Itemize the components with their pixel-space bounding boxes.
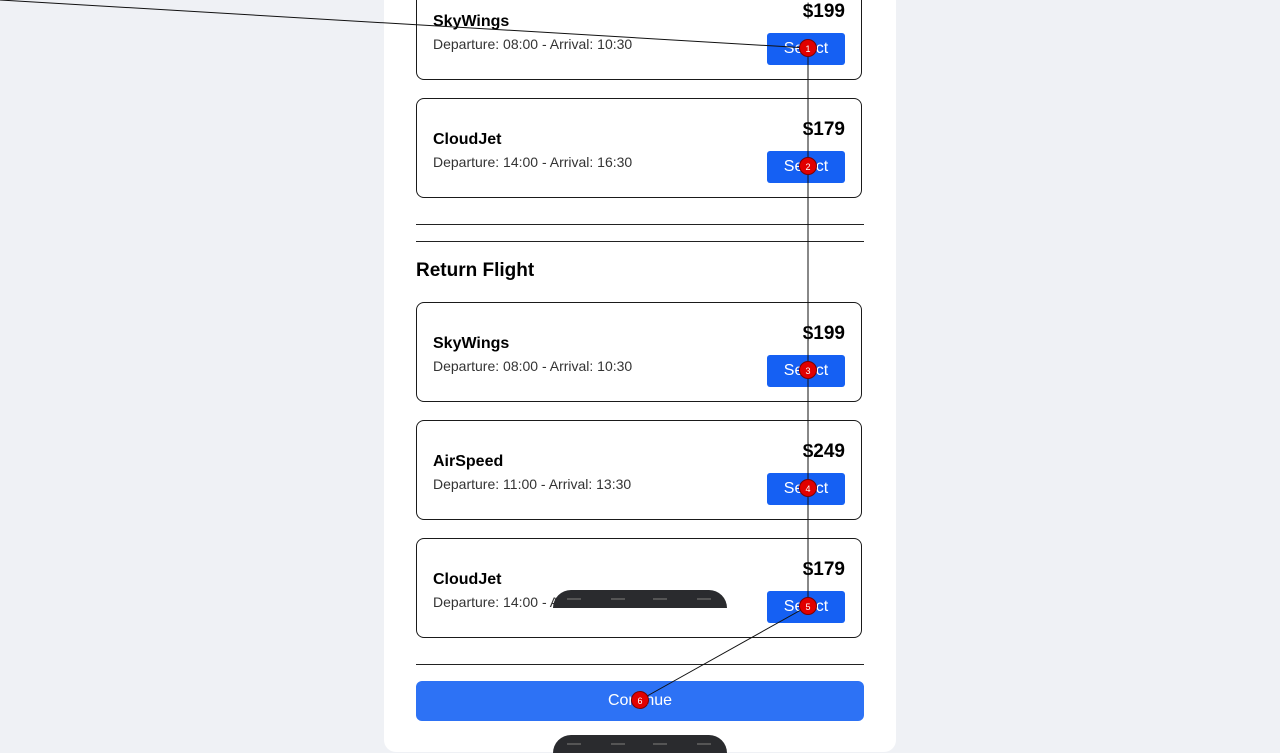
flight-price: $179 — [802, 559, 845, 580]
flight-price: $199 — [802, 323, 845, 344]
flight-times: Departure: 14:00 - Arrival: 16:30 — [433, 154, 633, 170]
flight-times: Departure: 08:00 - Arrival: 10:30 — [433, 358, 633, 374]
divider — [416, 241, 864, 242]
step-marker: 1 — [799, 39, 817, 57]
return-flight-heading: Return Flight — [416, 260, 535, 281]
divider — [416, 664, 864, 665]
step-marker: 6 — [631, 691, 649, 709]
return-flight-card-cloudjet: CloudJet Departure: 14:00 - Arrival: 16:… — [416, 538, 862, 638]
floating-toolbar[interactable] — [553, 590, 727, 608]
step-marker: 4 — [799, 479, 817, 497]
airline-name: SkyWings — [433, 335, 510, 352]
flight-price: $179 — [802, 119, 845, 140]
airline-name: CloudJet — [433, 131, 502, 148]
return-flight-card-airspeed: AirSpeed Departure: 11:00 - Arrival: 13:… — [416, 420, 862, 520]
flight-price: $199 — [802, 1, 845, 22]
step-marker: 3 — [799, 361, 817, 379]
outbound-flight-card-skywings: SkyWings Departure: 08:00 - Arrival: 10:… — [416, 0, 862, 80]
airline-name: AirSpeed — [433, 453, 504, 470]
airline-name: SkyWings — [433, 13, 510, 30]
floating-toolbar[interactable] — [553, 735, 727, 753]
divider — [416, 224, 864, 225]
step-marker: 5 — [799, 597, 817, 615]
flight-times: Departure: 08:00 - Arrival: 10:30 — [433, 36, 633, 52]
flight-times: Departure: 11:00 - Arrival: 13:30 — [433, 476, 632, 492]
flight-price: $249 — [802, 441, 845, 462]
step-marker: 2 — [799, 157, 817, 175]
outbound-flight-card-cloudjet: CloudJet Departure: 14:00 - Arrival: 16:… — [416, 98, 862, 198]
airline-name: CloudJet — [433, 571, 502, 588]
return-flight-card-skywings: SkyWings Departure: 08:00 - Arrival: 10:… — [416, 302, 862, 402]
